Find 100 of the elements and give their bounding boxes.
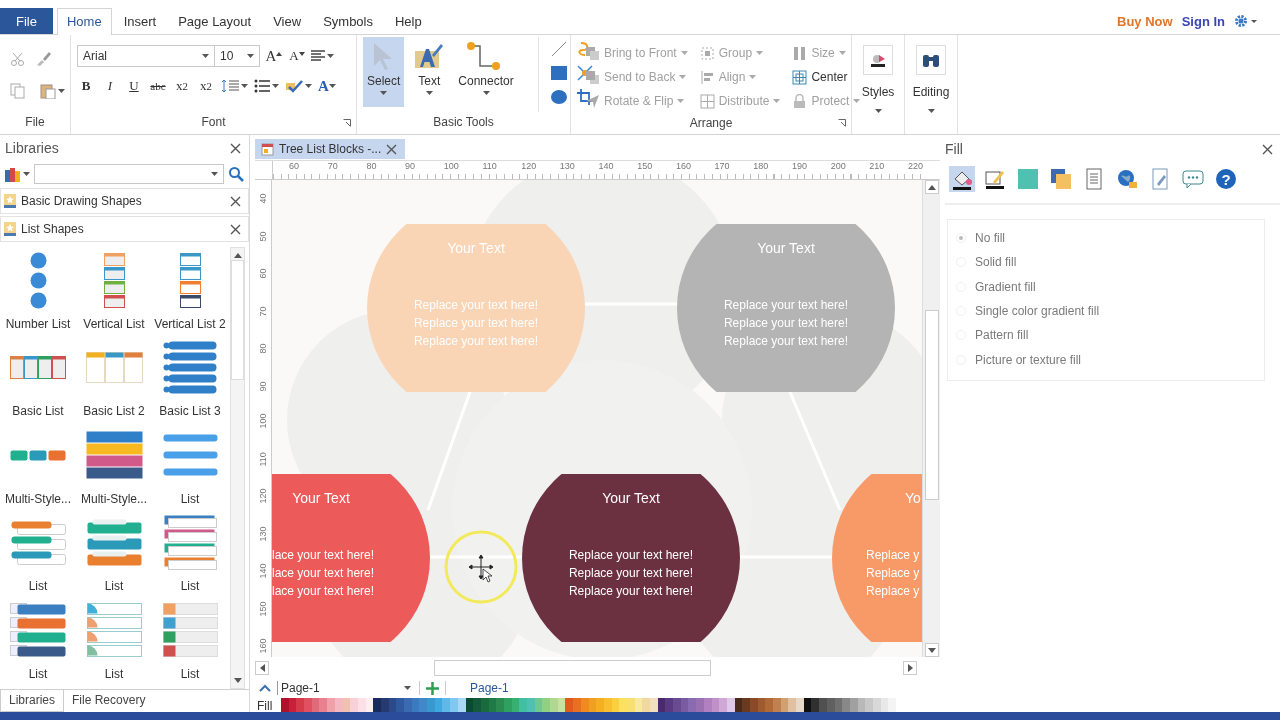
scroll-up-icon[interactable] [927, 184, 936, 190]
color-swatch[interactable] [796, 698, 804, 712]
color-swatch[interactable] [650, 698, 658, 712]
color-swatch[interactable] [527, 698, 535, 712]
color-swatch[interactable] [327, 698, 335, 712]
format-button[interactable]: B [77, 75, 95, 97]
color-swatch[interactable] [588, 698, 597, 712]
library-shape[interactable]: Multi-Style... [0, 422, 76, 510]
document-tab[interactable]: Tree List Blocks -... [255, 139, 406, 159]
color-swatch[interactable] [826, 698, 835, 712]
fill-option[interactable]: Gradient fill [948, 274, 1264, 299]
color-swatch[interactable] [619, 698, 627, 712]
color-swatch[interactable] [496, 698, 504, 712]
tool-button[interactable]: Connector [454, 37, 518, 107]
fill-option[interactable]: Solid fill [948, 250, 1264, 275]
color-swatch[interactable] [865, 698, 873, 712]
format-button[interactable]: abc [149, 75, 167, 97]
color-swatch[interactable] [411, 698, 420, 712]
color-swatch[interactable] [534, 698, 543, 712]
color-swatch[interactable] [788, 698, 797, 712]
color-swatch[interactable] [480, 698, 489, 712]
color-swatch[interactable] [542, 698, 551, 712]
add-page-icon[interactable] [426, 681, 439, 695]
format-painter-icon[interactable] [36, 51, 52, 67]
library-shape[interactable]: Vertical List 2 [152, 247, 228, 335]
color-swatch[interactable] [757, 698, 766, 712]
color-swatch[interactable] [703, 698, 712, 712]
rectangle-icon[interactable] [550, 66, 567, 80]
color-swatch[interactable] [396, 698, 404, 712]
color-swatch[interactable] [519, 698, 527, 712]
color-swatch[interactable] [842, 698, 850, 712]
color-swatch[interactable] [657, 698, 666, 712]
color-swatch[interactable] [773, 698, 781, 712]
ellipse-icon[interactable] [550, 90, 567, 104]
library-shape[interactable]: Basic List 2 [76, 334, 152, 422]
library-shape[interactable]: Basic List [0, 334, 76, 422]
search-field[interactable] [34, 164, 224, 184]
panel-tab[interactable]: Libraries [0, 690, 65, 712]
color-swatch[interactable] [488, 698, 497, 712]
format-button[interactable]: I [101, 75, 119, 97]
copy-icon[interactable] [10, 83, 26, 99]
color-swatch[interactable] [688, 698, 697, 712]
color-swatch[interactable] [680, 698, 689, 712]
color-swatch[interactable] [427, 698, 435, 712]
fill-option[interactable]: Picture or texture fill [948, 347, 1264, 372]
color-swatch[interactable] [342, 698, 351, 712]
color-swatch[interactable] [288, 698, 297, 712]
color-swatch[interactable] [811, 698, 820, 712]
dialog-launcher-icon[interactable] [343, 119, 351, 127]
cut-icon[interactable] [10, 51, 26, 67]
color-swatch[interactable] [304, 698, 312, 712]
library-shape[interactable]: Vertical List [76, 247, 152, 335]
color-swatch[interactable] [611, 698, 620, 712]
crop-icon[interactable] [576, 89, 593, 105]
color-swatch[interactable] [388, 698, 397, 712]
library-shape[interactable]: List [0, 597, 76, 685]
color-swatch[interactable] [880, 698, 889, 712]
dialog-launcher-icon[interactable] [838, 119, 846, 127]
color-swatch[interactable] [673, 698, 681, 712]
color-swatch[interactable] [319, 698, 328, 712]
menu-tab[interactable]: Home [56, 8, 112, 35]
color-swatch[interactable] [857, 698, 866, 712]
vertical-scrollbar[interactable] [922, 180, 940, 657]
line-icon[interactable] [550, 41, 567, 57]
file-menu-button[interactable]: File [0, 8, 53, 34]
library-shape[interactable]: Multi-Style... [76, 422, 152, 510]
panel-tab[interactable]: File Recovery [64, 690, 154, 712]
color-swatch[interactable] [834, 698, 843, 712]
library-shape[interactable]: List [152, 422, 228, 510]
color-swatch[interactable] [719, 698, 727, 712]
page-tab[interactable]: Page-1 [445, 681, 509, 695]
color-swatch[interactable] [357, 698, 366, 712]
color-swatch[interactable] [565, 698, 574, 712]
scroll-down-icon[interactable] [927, 647, 936, 653]
format-button[interactable]: U [125, 75, 143, 97]
tool-button[interactable]: Select [363, 37, 405, 107]
color-swatch[interactable] [434, 698, 443, 712]
scroll-thumb[interactable] [434, 660, 711, 676]
color-swatch[interactable] [749, 698, 758, 712]
font-name-field[interactable]: Arial [77, 45, 215, 67]
scroll-thumb[interactable] [231, 260, 244, 380]
color-swatch[interactable] [849, 698, 858, 712]
library-menu-button[interactable] [5, 166, 30, 182]
color-swatch[interactable] [665, 698, 674, 712]
close-icon[interactable] [230, 142, 241, 154]
color-swatch[interactable] [888, 698, 896, 712]
library-section[interactable]: Basic Drawing Shapes [0, 188, 249, 214]
color-swatch[interactable] [726, 698, 735, 712]
scroll-left-icon[interactable] [259, 664, 265, 672]
menu-tab[interactable]: Insert [113, 8, 167, 34]
fill-option[interactable]: Single color gradient fill [948, 298, 1264, 324]
menu-tab[interactable]: Symbols [313, 8, 383, 34]
color-swatch[interactable] [311, 698, 320, 712]
close-icon[interactable] [230, 223, 241, 235]
cross-point-icon[interactable] [576, 65, 593, 81]
color-swatch[interactable] [580, 698, 589, 712]
color-swatch[interactable] [634, 698, 643, 712]
color-swatch[interactable] [365, 698, 374, 712]
library-shape[interactable]: List [152, 597, 228, 685]
color-swatch[interactable] [626, 698, 635, 712]
